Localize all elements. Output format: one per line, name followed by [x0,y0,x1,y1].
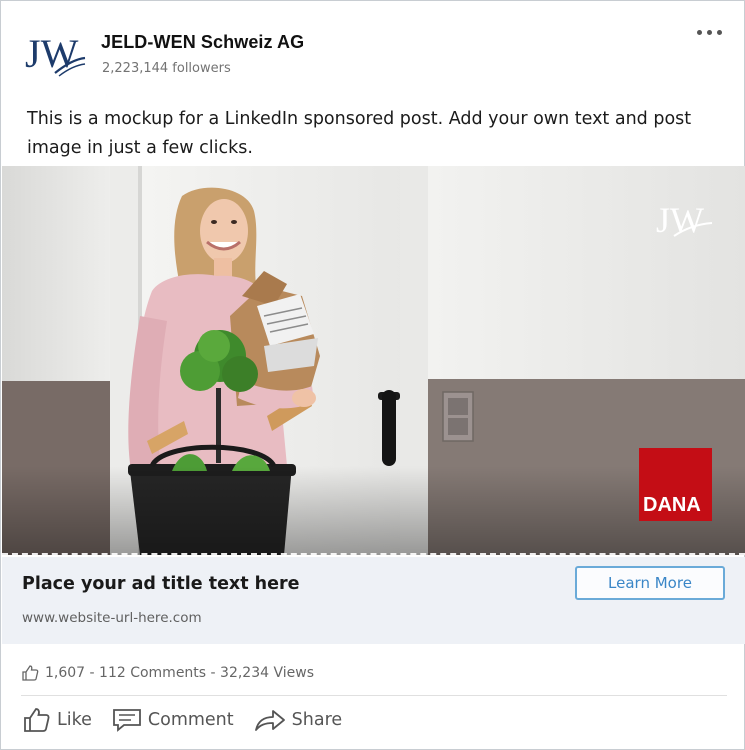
ad-title[interactable]: Place your ad title text here [22,574,300,594]
share-icon [254,710,285,731]
share-label: Share [291,710,343,730]
comment-label: Comment [147,710,234,730]
action-bar: Like Comment Share [23,707,362,733]
image-bottom-border [2,553,745,555]
stats-text: 1,607 - 112 Comments - 32,234 Views [45,665,314,681]
like-reaction-icon [22,665,39,681]
sponsored-post-card: JW JELD-WEN Schweiz AG 2,223,144 followe… [0,0,745,750]
svg-text:JW: JW [656,200,704,240]
ad-url[interactable]: www.website-url-here.com [22,610,202,626]
follower-count: 2,223,144 followers [102,61,231,76]
post-text: This is a mockup for a LinkedIn sponsore… [27,109,692,158]
learn-more-button[interactable]: Learn More [575,566,725,600]
like-icon [24,708,50,732]
post-image[interactable]: JW DANA [2,166,745,555]
divider [21,695,727,696]
company-name[interactable]: JELD-WEN Schweiz AG [101,32,304,53]
post-stats[interactable]: 1,607 - 112 Comments - 32,234 Views [21,665,314,681]
comment-button[interactable]: Comment [112,708,234,732]
like-button[interactable]: Like [23,707,92,733]
svg-text:DANA: DANA [643,494,701,516]
ad-footer[interactable]: Place your ad title text here www.websit… [2,557,745,644]
post-image-illustration: JW DANA [2,166,745,555]
comment-icon [112,709,141,732]
share-button[interactable]: Share [254,708,343,732]
like-label: Like [57,710,92,730]
more-options-icon[interactable] [695,21,729,41]
company-logo[interactable]: JW [23,29,87,79]
